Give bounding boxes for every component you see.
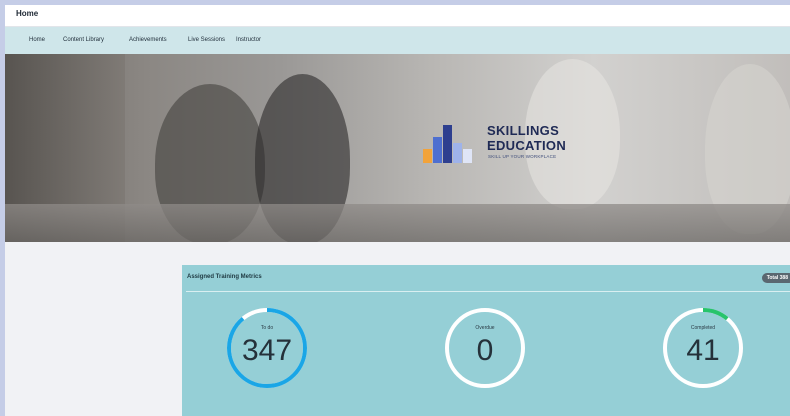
- top-bar: Home: [5, 5, 790, 27]
- training-metrics-card: Assigned Training Metrics Total 388 To d…: [182, 265, 790, 416]
- logo-text-line1: SKILLINGS: [487, 123, 560, 138]
- app-window: Home Home Content Library Achievements L…: [5, 5, 790, 416]
- hero-banner: SKILLINGS EDUCATION SKILL UP YOUR WORKPL…: [5, 54, 790, 242]
- gauge-overdue[interactable]: Overdue 0: [440, 303, 530, 393]
- gauge-todo-label: To do: [260, 325, 274, 331]
- nav-bar: Home Content Library Achievements Live S…: [5, 27, 790, 54]
- total-badge: Total 388: [761, 273, 790, 283]
- nav-item-content-library[interactable]: Content Library: [63, 37, 104, 43]
- skillings-logo: SKILLINGS EDUCATION SKILL UP YOUR WORKPL…: [423, 121, 583, 171]
- metrics-divider: [186, 291, 790, 292]
- logo-bar-1: [423, 149, 432, 163]
- page-title: Home: [16, 9, 39, 18]
- gauge-completed[interactable]: Completed 41: [658, 303, 748, 393]
- logo-bar-5: [463, 149, 472, 163]
- gauge-overdue-label: Overdue: [475, 325, 495, 331]
- gauge-todo-value: 347: [241, 334, 293, 367]
- logo-bars-icon: [423, 121, 483, 163]
- nav-item-instructor[interactable]: Instructor: [236, 37, 261, 43]
- logo-bar-3: [443, 125, 452, 163]
- gauge-completed-value: 41: [686, 334, 720, 367]
- gauge-todo[interactable]: To do 347: [222, 303, 312, 393]
- outer-frame: Home Home Content Library Achievements L…: [0, 0, 790, 416]
- nav-item-live-sessions[interactable]: Live Sessions: [188, 37, 225, 43]
- gauge-overdue-value: 0: [476, 334, 494, 367]
- nav-item-achievements[interactable]: Achievements: [129, 37, 167, 43]
- nav-item-home[interactable]: Home: [29, 37, 45, 43]
- logo-text-line2: EDUCATION: [487, 138, 567, 153]
- hero-desk: [5, 204, 790, 242]
- logo-tagline: SKILL UP YOUR WORKPLACE: [488, 154, 557, 159]
- metrics-title: Assigned Training Metrics: [187, 274, 262, 280]
- logo-bar-2: [433, 137, 442, 163]
- logo-bar-4: [453, 143, 462, 163]
- gauge-completed-label: Completed: [690, 325, 716, 331]
